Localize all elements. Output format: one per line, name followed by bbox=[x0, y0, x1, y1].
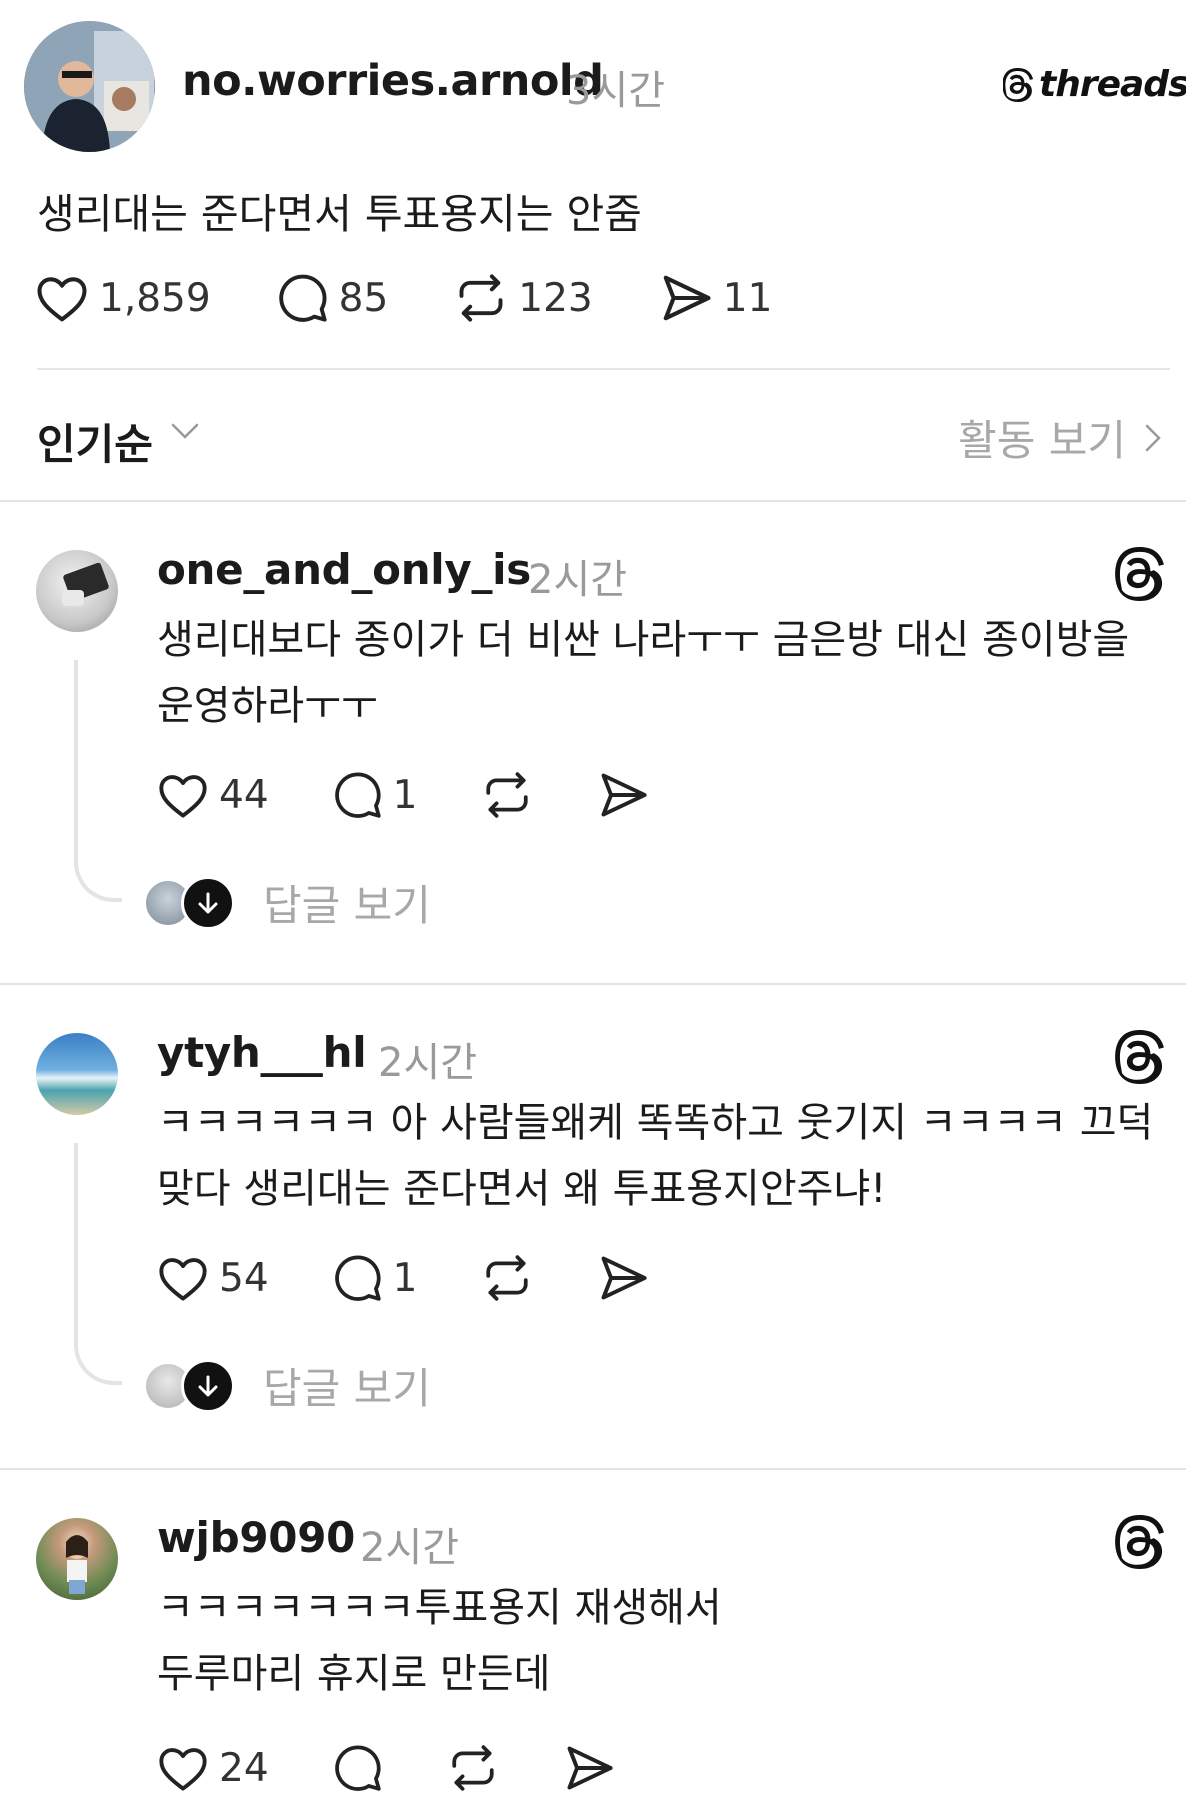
comment-icon bbox=[278, 274, 327, 322]
post-time: 3시간 bbox=[566, 68, 666, 114]
reply-username[interactable]: wjb9090 bbox=[157, 1513, 355, 1562]
arrow-down-icon bbox=[181, 875, 235, 930]
send-icon bbox=[602, 773, 648, 817]
view-activity-link[interactable]: 활동 보기 bbox=[958, 407, 1166, 468]
repost-count: 123 bbox=[518, 275, 593, 321]
send-icon bbox=[567, 1746, 613, 1790]
view-activity-label: 활동 보기 bbox=[958, 416, 1126, 465]
threads-brand: threads bbox=[1003, 64, 1186, 105]
like-button[interactable]: 24 bbox=[157, 1744, 269, 1792]
comment-count: 85 bbox=[338, 275, 389, 321]
main-post: no.worries.arnold 3시간 threads 생리대는 준다면서 … bbox=[0, 0, 1186, 373]
heart-icon bbox=[159, 775, 207, 818]
reply-text-line: ㅋㅋㅋㅋㅋㅋㅋ투표용지 재생해서 bbox=[157, 1585, 722, 1631]
post-username[interactable]: no.worries.arnold bbox=[182, 56, 604, 106]
like-count: 54 bbox=[219, 1255, 269, 1301]
arrow-down-icon bbox=[181, 1358, 235, 1413]
repost-button[interactable] bbox=[481, 1253, 533, 1303]
reply-actions: 54 1 bbox=[157, 1253, 649, 1303]
reply-item: ytyh___hl 2시간 ㅋㅋㅋㅋㅋㅋ 아 사람들왜케 똑똑하고 웃기지 ㅋㅋ… bbox=[0, 985, 1186, 1467]
threads-logo-icon[interactable] bbox=[1115, 1515, 1165, 1569]
threads-logo-icon[interactable] bbox=[1115, 547, 1165, 601]
reply-actions: 24 bbox=[157, 1743, 615, 1793]
repost-icon bbox=[459, 274, 503, 322]
post-actions: 1,859 85 123 11 bbox=[35, 272, 772, 324]
repost-button[interactable] bbox=[481, 770, 533, 820]
chevron-right-icon bbox=[1145, 424, 1161, 451]
like-count: 1,859 bbox=[99, 275, 211, 321]
threads-logo-icon[interactable] bbox=[1115, 1030, 1165, 1084]
reply-text: ㅋㅋㅋㅋㅋㅋ 아 사람들왜케 똑똑하고 웃기지 ㅋㅋㅋㅋ 끄덕 맞다 생리대는 … bbox=[157, 1100, 1154, 1212]
like-button[interactable]: 44 bbox=[157, 771, 269, 819]
like-count: 44 bbox=[219, 772, 269, 818]
repost-button[interactable]: 123 bbox=[454, 272, 593, 324]
share-button[interactable]: 11 bbox=[659, 273, 773, 323]
reply-time: 2시간 bbox=[528, 557, 628, 603]
reply-item: one_and_only_is 2시간 생리대보다 종이가 더 비싼 나라ㅜㅜ … bbox=[0, 502, 1186, 982]
like-button[interactable]: 1,859 bbox=[35, 273, 211, 323]
comment-icon bbox=[334, 1745, 381, 1791]
post-body: 생리대는 준다면서 투표용지는 안줌 bbox=[37, 190, 642, 238]
reply-avatar[interactable] bbox=[36, 550, 118, 632]
post-author-avatar[interactable] bbox=[24, 21, 155, 152]
heart-icon bbox=[37, 277, 87, 322]
comment-button[interactable] bbox=[333, 1743, 383, 1793]
comment-button[interactable]: 1 bbox=[333, 1253, 418, 1303]
sort-bar: 인기순 활동 보기 bbox=[0, 373, 1186, 501]
comment-button[interactable]: 1 bbox=[333, 770, 418, 820]
thread-line bbox=[74, 660, 122, 902]
reply-text-line: 두루마리 휴지로 만든데 bbox=[157, 1651, 551, 1697]
reply-username[interactable]: one_and_only_is bbox=[157, 545, 531, 594]
heart-icon bbox=[159, 1748, 207, 1791]
reply-actions: 44 1 bbox=[157, 770, 649, 820]
like-button[interactable]: 54 bbox=[157, 1254, 269, 1302]
threads-brand-text: threads bbox=[1039, 64, 1186, 105]
threads-logo-icon bbox=[1003, 67, 1033, 102]
comment-count: 1 bbox=[392, 772, 418, 818]
repost-icon bbox=[486, 772, 529, 818]
send-icon bbox=[663, 275, 711, 321]
view-replies-button[interactable]: 답글 보기 bbox=[143, 1355, 431, 1416]
view-replies-label: 답글 보기 bbox=[263, 1364, 431, 1413]
share-button[interactable] bbox=[563, 1744, 615, 1792]
reply-text: 생리대보다 종이가 더 비싼 나라ㅜㅜ 금은방 대신 종이방을 운영하라ㅜㅜ bbox=[157, 617, 1130, 729]
repost-button[interactable] bbox=[447, 1743, 499, 1793]
chevron-down-icon[interactable] bbox=[170, 421, 200, 441]
reply-text: ㅋㅋㅋㅋㅋㅋㅋ투표용지 재생해서 두루마리 휴지로 만든데 bbox=[157, 1575, 1167, 1707]
repost-icon bbox=[486, 1255, 529, 1301]
share-button[interactable] bbox=[597, 771, 649, 819]
heart-icon bbox=[159, 1258, 207, 1301]
share-count: 11 bbox=[722, 275, 773, 321]
reply-item: wjb9090 2시간 ㅋㅋㅋㅋㅋㅋㅋ투표용지 재생해서 두루마리 휴지로 만든… bbox=[0, 1470, 1186, 1820]
reply-username[interactable]: ytyh___hl bbox=[157, 1028, 367, 1077]
post-divider bbox=[37, 368, 1170, 370]
reply-time: 2시간 bbox=[360, 1525, 460, 1571]
repost-icon bbox=[452, 1745, 494, 1791]
reply-avatar[interactable] bbox=[36, 1033, 118, 1115]
reply-time: 2시간 bbox=[378, 1040, 478, 1086]
reply-avatar[interactable] bbox=[36, 1518, 118, 1600]
comment-icon bbox=[334, 1255, 381, 1301]
view-replies-button[interactable]: 답글 보기 bbox=[143, 872, 431, 933]
comment-count: 1 bbox=[392, 1255, 418, 1301]
view-replies-label: 답글 보기 bbox=[263, 881, 431, 930]
like-count: 24 bbox=[219, 1745, 269, 1791]
sort-dropdown[interactable]: 인기순 bbox=[37, 411, 153, 472]
thread-line bbox=[74, 1143, 122, 1385]
share-button[interactable] bbox=[597, 1254, 649, 1302]
comment-button[interactable]: 85 bbox=[277, 272, 389, 324]
comment-icon bbox=[334, 772, 381, 818]
send-icon bbox=[602, 1256, 648, 1300]
